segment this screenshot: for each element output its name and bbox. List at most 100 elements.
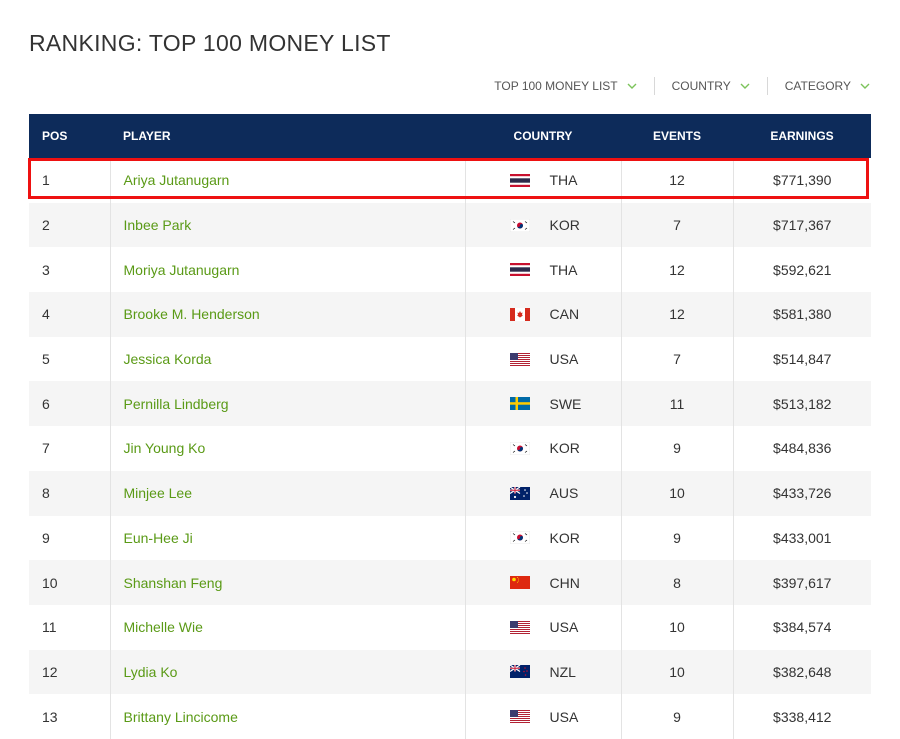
row-country-cell: KOR [464,426,621,471]
row-events: 12 [620,247,733,293]
row-country-cell: USA [464,604,621,650]
row-earnings: $717,367 [732,202,871,248]
flag-korea-icon [509,531,530,545]
row-pos: 3 [42,261,50,278]
flag-korea-icon [509,218,530,232]
flag-usa-icon [509,352,530,366]
row-country-code: USA [549,351,579,368]
row-player-cell: Ariya Jutanugarn [109,158,465,203]
row-player-cell: Moriya Jutanugarn [109,247,465,293]
money-list-table: POS PLAYER COUNTRY EVENTS EARNINGS 1 Ariy… [29,114,871,739]
row-player-cell: Minjee Lee [109,470,465,516]
row-player-cell: Brooke M. Henderson [109,292,465,337]
row-player-cell: Shanshan Feng [109,560,465,605]
row-country-code: SWE [549,395,582,412]
row-country-cell: USA [464,336,621,382]
row-player-cell: Jessica Korda [109,336,465,382]
row-events: 10 [620,604,733,650]
row-country-code: AUS [549,485,579,502]
column-header-earnings[interactable]: EARNINGS [733,114,871,158]
flag-usa-icon [509,710,530,724]
row-country-code: USA [549,619,579,636]
row-events: 7 [620,202,733,248]
row-pos: 9 [42,529,50,546]
player-link[interactable]: Michelle Wie [124,619,203,635]
row-events: 7 [620,336,733,382]
row-events: 9 [620,694,733,739]
row-pos: 12 [42,663,58,680]
player-link[interactable]: Moriya Jutanugarn [124,262,240,278]
player-link[interactable]: Jessica Korda [124,351,212,367]
row-country-code: THA [549,261,578,278]
row-country-cell: KOR [464,515,621,561]
table-row: 6 Pernilla Lindberg SWE 11 $513,182 [29,381,871,427]
row-earnings: $484,836 [732,426,871,471]
row-country-code: USA [549,708,579,725]
row-pos: 2 [42,217,50,234]
row-country-cell: SWE [464,381,621,427]
table-row: 3 Moriya Jutanugarn THA 12 $592,621 [29,247,871,293]
row-country-code: NZL [549,663,576,680]
flag-china-icon [509,576,530,590]
row-pos: 7 [42,440,50,457]
category-dropdown[interactable]: CATEGORY [785,79,870,93]
table-row: 9 Eun-Hee Ji KOR 9 $433,001 [29,515,871,561]
row-country-code: THA [549,172,578,189]
table-row: 12 Lydia Ko NZL 10 $382,648 [29,649,871,695]
row-earnings: $433,726 [732,470,871,516]
player-link[interactable]: Eun-Hee Ji [124,530,193,546]
row-events: 9 [620,515,733,561]
filter-divider [653,77,655,95]
row-country-code: CAN [549,306,580,323]
chevron-down-icon [627,83,637,89]
table-row: 11 Michelle Wie USA 10 $384,574 [29,604,871,650]
table-row: 10 Shanshan Feng CHN 8 $397,617 [29,560,871,605]
flag-thailand-icon [509,173,530,187]
flag-thailand-icon [509,263,530,277]
row-country-cell: THA [464,247,621,293]
row-country-cell: CHN [464,560,621,605]
column-header-pos[interactable]: POS [29,114,110,158]
player-link[interactable]: Jin Young Ko [124,440,206,456]
row-pos: 11 [42,619,57,636]
row-player-cell: Lydia Ko [109,649,465,695]
country-dropdown[interactable]: COUNTRY [672,79,750,93]
column-header-events[interactable]: EVENTS [621,114,733,158]
flag-sweden-icon [509,397,530,411]
list-type-dropdown[interactable]: TOP 100 MONEY LIST [494,79,637,93]
row-events: 9 [620,426,733,471]
player-link[interactable]: Ariya Jutanugarn [124,172,230,188]
row-country-code: KOR [549,217,580,234]
row-events: 10 [620,470,733,516]
row-country-code: CHN [549,574,580,591]
list-type-dropdown-label: TOP 100 MONEY LIST [494,79,618,93]
player-link[interactable]: Inbee Park [124,217,192,233]
row-country-cell: THA [464,158,621,203]
column-header-country[interactable]: COUNTRY [465,114,621,158]
row-country-code: KOR [549,440,580,457]
player-link[interactable]: Minjee Lee [124,485,193,501]
category-dropdown-label: CATEGORY [784,79,851,93]
column-header-player[interactable]: PLAYER [110,114,465,158]
flag-new-zealand-icon [509,665,530,679]
table-row: 8 Minjee Lee AUS 10 $433,726 [29,470,871,516]
row-pos: 8 [42,485,50,502]
flag-korea-icon [509,441,530,455]
row-country-cell: AUS [464,470,621,516]
row-pos: 10 [42,574,58,591]
row-player-cell: Inbee Park [109,202,465,248]
row-earnings: $433,001 [732,515,871,561]
table-row: 13 Brittany Lincicome USA 9 $338,412 [29,694,871,739]
player-link[interactable]: Brittany Lincicome [124,709,238,725]
table-header-row: POS PLAYER COUNTRY EVENTS EARNINGS [29,114,871,158]
row-earnings: $382,648 [732,649,871,695]
chevron-down-icon [860,83,870,89]
player-link[interactable]: Lydia Ko [124,664,178,680]
row-pos: 5 [42,351,50,368]
player-link[interactable]: Pernilla Lindberg [124,396,229,412]
row-player-cell: Michelle Wie [109,604,465,650]
player-link[interactable]: Shanshan Feng [124,575,223,591]
player-link[interactable]: Brooke M. Henderson [124,306,260,322]
row-pos: 1 [42,172,50,189]
page-title: RANKING: TOP 100 MONEY LIST [29,30,391,56]
